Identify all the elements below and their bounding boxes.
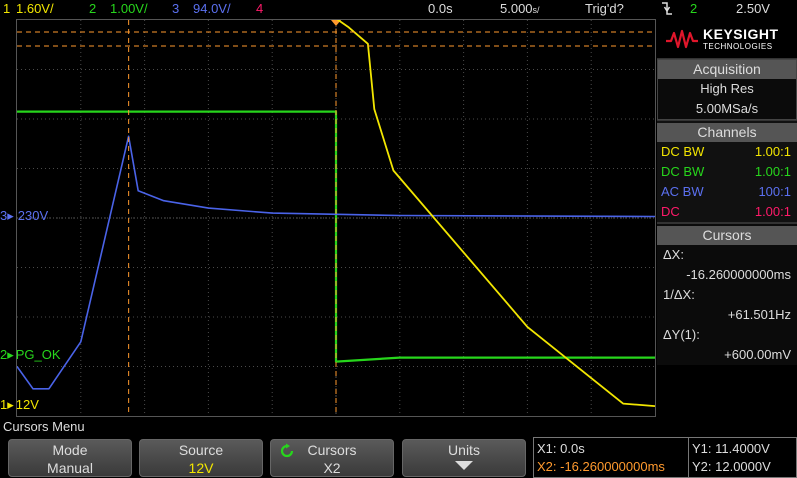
ch4-coupling: DC <box>661 204 680 219</box>
delta-y-value: +600.00mV <box>724 347 791 362</box>
y2-readout: Y2: 12.0000V <box>692 459 771 474</box>
time-scale[interactable]: 5.000s/ <box>500 0 540 19</box>
cursors-section[interactable]: Cursors ΔX: -16.260000000ms 1/ΔX: +61.50… <box>657 223 797 365</box>
brand-sub: TECHNOLOGIES <box>703 42 773 51</box>
ch3-marker-arrow-icon: ▸ <box>7 208 14 223</box>
cursors-softkey[interactable]: Cursors X2 <box>270 439 394 477</box>
ch1-marker-label: 12V <box>15 397 39 412</box>
falling-edge-icon[interactable] <box>661 1 673 21</box>
ch2-number[interactable]: 2 <box>89 0 96 18</box>
ch4-number[interactable]: 4 <box>256 0 263 18</box>
ch1-scale[interactable]: 1.60V/ <box>16 0 54 18</box>
source-value: 12V <box>188 460 214 476</box>
cursors-value: X2 <box>323 460 341 476</box>
delta-x-label: ΔX: <box>663 247 684 262</box>
ch2-ground-marker[interactable]: 2▸ PG_OK <box>0 348 61 362</box>
ch3-number[interactable]: 3 <box>172 0 179 18</box>
channel-row-3: AC BW 100:1 <box>657 182 797 202</box>
source-softkey[interactable]: Source 12V <box>139 439 263 477</box>
mode-softkey[interactable]: Mode Manual <box>8 439 132 477</box>
units-softkey[interactable]: Units <box>402 439 526 477</box>
mode-value: Manual <box>47 460 93 476</box>
ch3-ground-marker[interactable]: 3▸ 230V <box>0 209 48 223</box>
waveform-display[interactable] <box>16 19 656 417</box>
cursors-title: Cursors <box>657 226 797 245</box>
status-bar: 1 1.60V/ 2 1.00V/ 3 94.0V/ 4 0.0s 5.000s… <box>0 0 797 18</box>
ch1-probe: 1.00:1 <box>754 144 791 159</box>
channel-row-4: DC 1.00:1 <box>657 202 797 222</box>
keysight-wave-icon <box>666 29 698 49</box>
inv-delta-x-label: 1/ΔX: <box>663 287 695 302</box>
ch2-marker-arrow-icon: ▸ <box>7 347 14 362</box>
trigger-source[interactable]: 2 <box>690 0 697 18</box>
delta-x-value: -16.260000000ms <box>686 267 791 282</box>
ch3-scale[interactable]: 94.0V/ <box>193 0 231 18</box>
source-label: Source <box>178 442 224 458</box>
brand-name: KEYSIGHT <box>703 26 779 42</box>
chevron-down-icon <box>455 461 473 470</box>
ch1-ground-marker[interactable]: 1▸ 12V <box>0 398 39 412</box>
entry-knob-icon <box>280 443 294 458</box>
readout-divider <box>688 438 689 477</box>
ch3-probe: 100:1 <box>758 184 791 199</box>
ch2-coupling: DC BW <box>661 164 705 179</box>
ch1-coupling: DC BW <box>661 144 705 159</box>
x1-readout: X1: 0.0s <box>537 441 585 456</box>
ch4-probe: 1.00:1 <box>754 204 791 219</box>
channels-section[interactable]: Channels DC BW 1.00:1 DC BW 1.00:1 AC BW 10… <box>657 120 797 223</box>
ch3-coupling: AC BW <box>661 184 704 199</box>
time-scale-unit: s/ <box>532 5 540 15</box>
x2-readout: X2: -16.260000000ms <box>537 459 665 474</box>
y1-readout: Y1: 11.4000V <box>692 441 770 456</box>
ch2-marker-label: PG_OK <box>15 347 61 362</box>
channels-title: Channels <box>657 123 797 142</box>
inv-delta-x-value: +61.501Hz <box>727 307 791 322</box>
time-offset[interactable]: 0.0s <box>428 0 453 18</box>
mode-label: Mode <box>52 442 88 458</box>
ch1-marker-arrow-icon: ▸ <box>7 397 14 412</box>
ch3-marker-label: 230V <box>17 208 49 223</box>
cursor-readout: X1: 0.0s X2: -16.260000000ms Y1: 11.4000… <box>533 437 797 478</box>
time-scale-value: 5.000 <box>500 1 533 16</box>
acq-rate: 5.00MSa/s <box>695 101 759 116</box>
trigger-level[interactable]: 2.50V <box>736 0 770 18</box>
side-panel: KEYSIGHT TECHNOLOGIES Acquisition High R… <box>657 19 797 418</box>
keysight-logo: KEYSIGHT TECHNOLOGIES <box>657 19 797 59</box>
trigger-status: Trig'd? <box>585 1 624 16</box>
acq-mode: High Res <box>700 81 754 96</box>
channel-row-1: DC BW 1.00:1 <box>657 142 797 162</box>
delta-y-label: ΔY(1): <box>663 327 700 342</box>
ch1-number[interactable]: 1 <box>3 0 10 18</box>
channel-row-2: DC BW 1.00:1 <box>657 162 797 182</box>
ch2-probe: 1.00:1 <box>754 164 791 179</box>
acquisition-title: Acquisition <box>658 60 796 79</box>
waveform-canvas[interactable] <box>17 20 656 417</box>
units-label: Units <box>448 442 480 458</box>
acquisition-section[interactable]: Acquisition High Res 5.00MSa/s <box>657 59 797 120</box>
menu-title: Cursors Menu <box>0 418 797 436</box>
ch2-scale[interactable]: 1.00V/ <box>110 0 148 18</box>
